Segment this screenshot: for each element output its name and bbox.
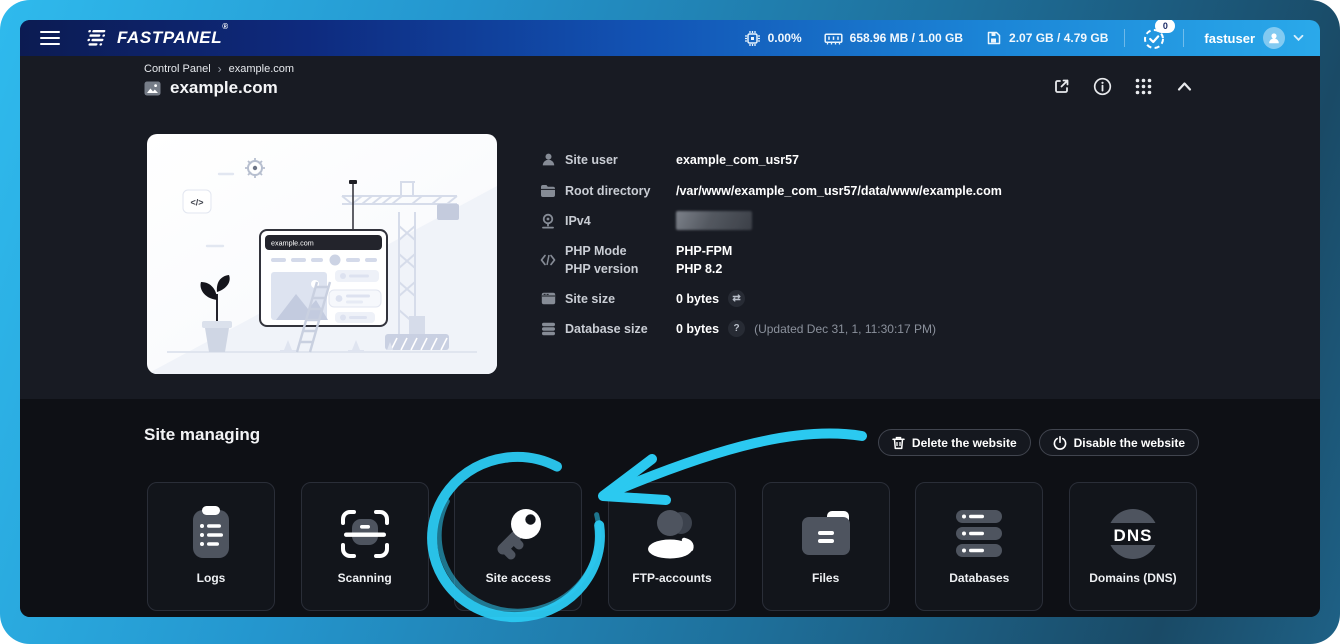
cpu-icon — [744, 30, 761, 47]
user-menu[interactable]: fastuser — [1204, 27, 1304, 49]
page-title: example.com — [144, 78, 278, 98]
title-actions — [1051, 76, 1194, 96]
site-size-row: Site size 0 bytes ⇄ — [540, 289, 745, 308]
ftp-accounts-icon — [644, 499, 700, 569]
root-directory-row: Root directory /var/www/example_com_usr5… — [540, 181, 1002, 200]
help-icon[interactable]: ? — [728, 320, 745, 337]
card-domains-dns[interactable]: DNS Domains (DNS) — [1069, 482, 1197, 611]
breadcrumb: Control Panel › example.com — [144, 62, 294, 76]
apps-grid-icon[interactable] — [1133, 76, 1153, 96]
power-icon — [1053, 436, 1067, 450]
card-files[interactable]: Files — [762, 482, 890, 611]
delete-website-button[interactable]: Delete the website — [878, 429, 1031, 456]
tasks-count-badge: 0 — [1155, 20, 1175, 33]
registered-mark: ® — [222, 22, 229, 31]
menu-icon[interactable] — [40, 31, 60, 45]
card-databases[interactable]: Databases — [915, 482, 1043, 611]
site-user-row: Site user example_com_usr57 — [540, 150, 799, 169]
ram-usage-stat: 658.96 MB / 1.00 GB — [824, 31, 963, 46]
card-scanning[interactable]: Scanning — [301, 482, 429, 611]
breadcrumb-current: example.com — [229, 63, 294, 75]
open-site-icon[interactable] — [1051, 76, 1071, 96]
php-version-row: PHP version PHP 8.2 — [540, 259, 722, 278]
trash-icon — [892, 436, 905, 450]
files-folder-icon — [797, 499, 855, 569]
location-pin-icon — [540, 213, 556, 229]
fastpanel-app: FASTPANEL® 0.00% — [20, 20, 1320, 617]
gear-illustration — [245, 158, 265, 178]
database-icon — [540, 321, 556, 337]
user-icon — [540, 152, 556, 168]
topbar-divider-2 — [1183, 29, 1184, 47]
ram-icon — [824, 31, 843, 46]
topbar-right: 0.00% 658.96 MB / 1.00 GB — [722, 25, 1304, 51]
cpu-usage-stat: 0.00% — [744, 30, 802, 47]
card-logs[interactable]: Logs — [147, 482, 275, 611]
chevron-down-icon — [1293, 34, 1304, 42]
php-mode-row: PHP Mode PHP-FPM — [540, 241, 732, 260]
ipv4-redacted-value — [676, 211, 752, 230]
breadcrumb-separator-icon: › — [218, 62, 222, 76]
tasks-button[interactable]: 0 — [1141, 25, 1167, 51]
database-size-updated-note: (Updated Dec 31, 1, 11:30:17 PM) — [754, 322, 936, 336]
site-managing-section: Site managing Delete the website — [20, 399, 1320, 617]
section-buttons: Delete the website Disable the website — [878, 429, 1199, 456]
fastpanel-logo-icon — [86, 28, 110, 48]
site-image-icon — [144, 81, 161, 96]
disk-usage-stat: 2.07 GB / 4.79 GB — [985, 30, 1108, 46]
avatar — [1263, 27, 1285, 49]
database-size-row: Database size 0 bytes ? (Updated Dec 31,… — [540, 319, 936, 338]
top-navbar: FASTPANEL® 0.00% — [20, 20, 1320, 56]
key-icon — [490, 499, 546, 569]
disable-website-button[interactable]: Disable the website — [1039, 429, 1199, 456]
page-title-text: example.com — [170, 78, 278, 98]
screenshot-stage: FASTPANEL® 0.00% — [0, 0, 1340, 644]
logo-text: FASTPANEL® — [117, 28, 229, 48]
topbar-divider — [1124, 29, 1125, 47]
breadcrumb-root[interactable]: Control Panel — [144, 63, 211, 75]
ipv4-row: IPv4 — [540, 211, 752, 230]
managing-cards: Logs Scanning — [147, 482, 1197, 611]
logs-icon — [183, 499, 239, 569]
dns-globe-icon: DNS — [1105, 499, 1161, 569]
folder-icon — [540, 183, 556, 199]
card-ftp-accounts[interactable]: FTP-accounts — [608, 482, 736, 611]
site-illustration: </> example.com — [147, 134, 497, 374]
browser-title-text: example.com — [271, 239, 314, 248]
disk-icon — [985, 30, 1002, 46]
browser-window-icon — [540, 291, 556, 307]
dns-icon-text: DNS — [1113, 526, 1152, 545]
databases-icon — [951, 499, 1007, 569]
browser-illustration: example.com — [260, 230, 387, 326]
section-title: Site managing — [144, 425, 260, 445]
collapse-chevron-up-icon[interactable] — [1174, 76, 1194, 96]
info-icon[interactable] — [1092, 76, 1112, 96]
fastpanel-logo[interactable]: FASTPANEL® — [86, 28, 229, 48]
username-label: fastuser — [1204, 31, 1255, 46]
code-illustration: </> — [183, 190, 211, 213]
svg-text:</>: </> — [190, 198, 203, 208]
card-site-access[interactable]: Site access — [454, 482, 582, 611]
user-icon — [1267, 31, 1281, 45]
refresh-icon[interactable]: ⇄ — [728, 290, 745, 307]
scanning-icon — [337, 499, 393, 569]
